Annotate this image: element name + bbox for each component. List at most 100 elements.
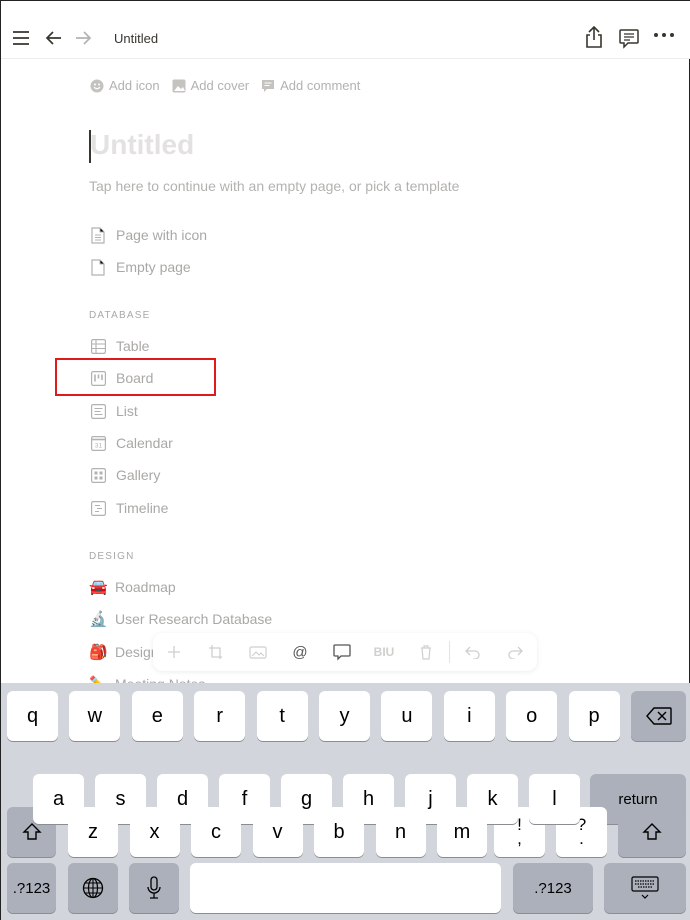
more-icon[interactable] — [653, 31, 675, 39]
key-l[interactable]: l — [529, 774, 580, 824]
key-z[interactable]: z — [68, 807, 118, 857]
timeline-icon — [89, 499, 107, 517]
add-cover-button[interactable]: Add cover — [172, 78, 250, 93]
onscreen-keyboard: return !, ?. .?123 .?123 qwertyuiopasdfg… — [1, 683, 690, 920]
back-arrow-icon[interactable] — [45, 29, 63, 47]
board-highlight-annotation — [55, 358, 216, 396]
undo-button[interactable] — [452, 633, 494, 671]
template-empty-page[interactable]: Empty page — [89, 256, 191, 278]
hide-keyboard-key[interactable] — [604, 863, 686, 913]
empty-page-hint[interactable]: Tap here to continue with an empty page,… — [89, 178, 459, 194]
database-item-label: Calendar — [116, 435, 173, 451]
design-item-user-research[interactable]: 🔬 User Research Database — [89, 608, 272, 630]
globe-key[interactable] — [68, 863, 118, 913]
trash-icon — [421, 644, 431, 660]
backspace-key[interactable] — [631, 691, 686, 741]
design-section-heading: DESIGN — [89, 551, 135, 562]
database-section-heading: DATABASE — [89, 310, 151, 321]
database-item-table[interactable]: Table — [89, 335, 149, 357]
page-empty-icon — [89, 258, 107, 276]
space-key[interactable] — [190, 863, 501, 913]
add-icon-button[interactable]: Add icon — [90, 78, 160, 93]
gallery-icon — [89, 466, 107, 484]
database-item-label: List — [116, 403, 138, 419]
add-cover-label: Add cover — [190, 78, 250, 93]
add-comment-label: Add comment — [280, 78, 361, 93]
key-b[interactable]: b — [314, 807, 364, 857]
database-item-list[interactable]: List — [89, 400, 138, 422]
text-style-button[interactable]: BIU — [363, 633, 405, 671]
mention-button[interactable]: @ — [279, 633, 321, 671]
template-page-with-icon[interactable]: Page with icon — [89, 224, 207, 246]
key-u[interactable]: u — [381, 691, 433, 741]
design-item-roadmap[interactable]: 🚘 Roadmap — [89, 576, 176, 598]
database-item-label: Table — [116, 338, 150, 354]
key-w[interactable]: w — [69, 691, 121, 741]
key-p[interactable]: p — [568, 691, 620, 741]
add-comment-button[interactable]: Add comment — [261, 78, 360, 93]
microscope-emoji-icon: 🔬 — [89, 611, 108, 628]
calendar-icon: 31 — [89, 434, 107, 452]
key-q[interactable]: q — [7, 691, 58, 741]
plus-icon — [168, 646, 180, 658]
key-c[interactable]: c — [191, 807, 241, 857]
numbers-right-key[interactable]: .?123 — [513, 863, 593, 913]
redo-icon — [508, 646, 523, 659]
database-item-timeline[interactable]: Timeline — [89, 497, 168, 519]
menu-icon[interactable] — [11, 29, 31, 47]
shift-icon — [642, 823, 662, 840]
page-text-icon — [89, 226, 107, 244]
key-bottom-char: , — [517, 829, 522, 848]
add-block-button[interactable] — [153, 633, 195, 671]
shift-right-key[interactable] — [618, 807, 686, 857]
page-title-breadcrumb[interactable]: Untitled — [114, 31, 158, 46]
redo-button[interactable] — [494, 633, 536, 671]
database-item-label: Timeline — [116, 500, 169, 516]
page-meta-actions: Add icon Add cover Add comment — [90, 78, 360, 93]
page-title-input[interactable]: Untitled — [90, 129, 194, 161]
speech-bubble-icon — [333, 643, 351, 661]
key-n[interactable]: n — [375, 807, 426, 857]
toolbar-divider — [449, 641, 450, 663]
keyboard-dismiss-icon — [631, 876, 659, 899]
comment-icon — [262, 79, 275, 92]
list-icon — [89, 402, 107, 420]
dictation-key[interactable] — [129, 863, 179, 913]
format-toolbar: @ BIU — [153, 633, 537, 671]
key-t[interactable]: t — [256, 691, 308, 741]
delete-block-button[interactable] — [405, 633, 447, 671]
share-icon[interactable] — [584, 26, 604, 48]
key-m[interactable]: m — [437, 807, 487, 857]
image-icon — [172, 79, 186, 92]
backspace-icon — [645, 707, 672, 725]
turn-into-icon — [209, 645, 222, 659]
svg-text:31: 31 — [94, 442, 102, 449]
comment-button[interactable] — [321, 633, 363, 671]
numbers-left-key[interactable]: .?123 — [7, 863, 56, 913]
comments-icon[interactable] — [618, 28, 640, 50]
template-label: Empty page — [116, 259, 191, 275]
key-r[interactable]: r — [194, 691, 246, 741]
microphone-icon — [147, 876, 161, 899]
key-x[interactable]: x — [129, 807, 180, 857]
backpack-emoji-icon: 🎒 — [89, 644, 108, 661]
smiley-icon — [90, 79, 104, 92]
turn-into-button[interactable] — [195, 633, 237, 671]
forward-arrow-icon[interactable] — [74, 29, 92, 47]
top-bar: Untitled — [1, 1, 690, 59]
key-y[interactable]: y — [319, 691, 370, 741]
database-item-calendar[interactable]: 31 Calendar — [89, 432, 173, 454]
key-e[interactable]: e — [131, 691, 183, 741]
database-item-label: Gallery — [116, 467, 161, 483]
database-item-gallery[interactable]: Gallery — [89, 464, 160, 486]
key-bottom-char: . — [579, 829, 584, 848]
insert-image-button[interactable] — [237, 633, 279, 671]
key-v[interactable]: v — [252, 807, 303, 857]
globe-icon — [82, 877, 104, 899]
key-o[interactable]: o — [506, 691, 558, 741]
add-icon-label: Add icon — [109, 78, 160, 93]
image-icon — [249, 646, 267, 659]
design-item-label: Roadmap — [115, 579, 176, 595]
key-i[interactable]: i — [443, 691, 495, 741]
design-item-label: User Research Database — [115, 611, 273, 627]
